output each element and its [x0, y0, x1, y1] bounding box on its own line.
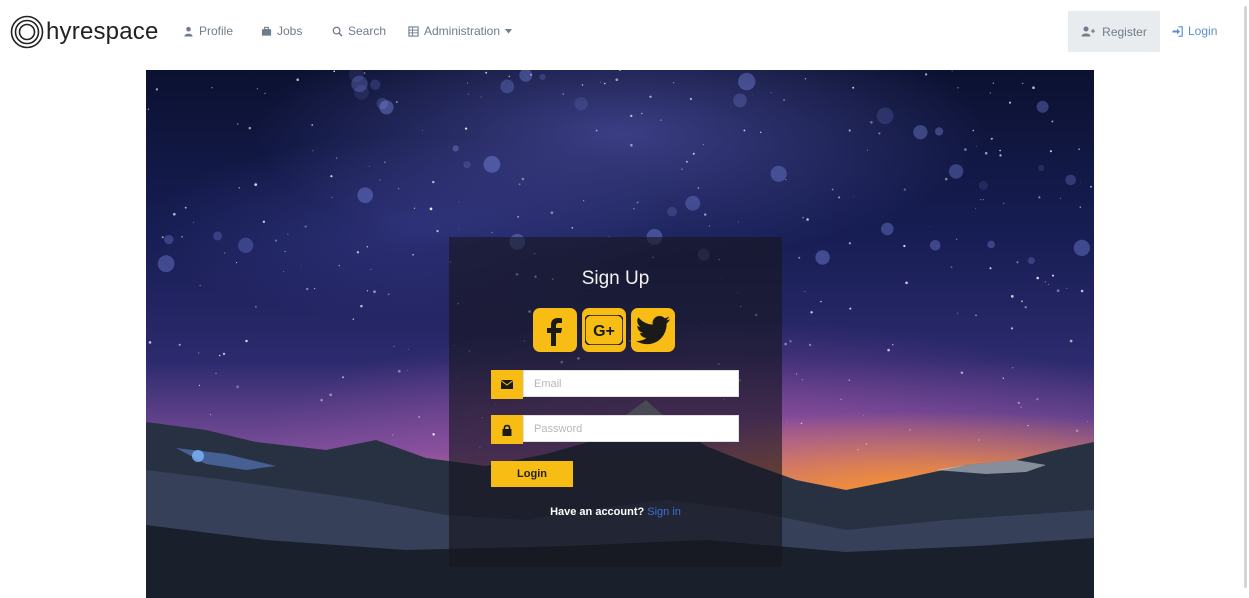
have-account-text: Have an account? [550, 506, 645, 518]
login-label: Login [1188, 24, 1218, 38]
top-navbar: hyrespace Profile Jobs Search Administra… [0, 0, 1249, 64]
nav-item-label: Administration [424, 24, 501, 38]
email-input[interactable] [523, 370, 739, 397]
nav-item-label: Profile [199, 24, 234, 38]
brand-name: hyrespace [46, 18, 159, 45]
signup-card: Sign Up G+ Email Login Have an account? … [449, 237, 782, 567]
briefcase-icon [261, 26, 272, 36]
signup-title: Sign Up [581, 268, 650, 289]
facebook-button[interactable] [533, 308, 577, 352]
envelope-icon [501, 380, 513, 389]
nav-item-jobs[interactable]: Jobs [261, 24, 302, 38]
have-account-row: Have an account? Sign in [449, 506, 782, 518]
register-label: Register [1102, 24, 1147, 39]
nav-item-search[interactable]: Search [332, 24, 386, 38]
user-plus-icon [1081, 26, 1096, 37]
google-plus-button[interactable]: G+ [582, 308, 626, 352]
password-input-group [491, 415, 741, 444]
login-link[interactable]: Login [1172, 24, 1217, 38]
nav-item-label: Search [348, 24, 387, 38]
nav-item-label: Jobs [277, 24, 303, 38]
google-plus-icon: G+ [585, 315, 623, 345]
table-icon [408, 25, 419, 37]
twitter-icon [636, 315, 670, 345]
user-icon [184, 26, 193, 37]
register-button[interactable]: Register [1068, 11, 1160, 52]
google-plus-text: G+ [593, 323, 615, 340]
login-button[interactable]: Login [491, 461, 573, 487]
search-icon [332, 26, 343, 37]
signin-link[interactable]: Sign in [647, 506, 681, 518]
lock-icon [502, 424, 512, 436]
facebook-icon [547, 318, 562, 346]
caret-down-icon [505, 28, 513, 33]
sign-in-icon [1172, 25, 1183, 37]
nav-item-administration[interactable]: Administration [408, 24, 513, 38]
brand[interactable]: hyrespace [10, 14, 159, 50]
email-addon [491, 370, 523, 399]
twitter-button[interactable] [631, 308, 675, 352]
password-addon [491, 415, 523, 444]
page-scrollbar[interactable] [1244, 6, 1247, 588]
email-input-group [491, 370, 741, 399]
password-input[interactable] [523, 415, 739, 442]
hero-background-image: Sign Up G+ Email Login Have an account? … [146, 70, 1094, 598]
nav-item-profile[interactable]: Profile [183, 24, 233, 38]
concentric-circles-logo-icon [10, 15, 44, 49]
